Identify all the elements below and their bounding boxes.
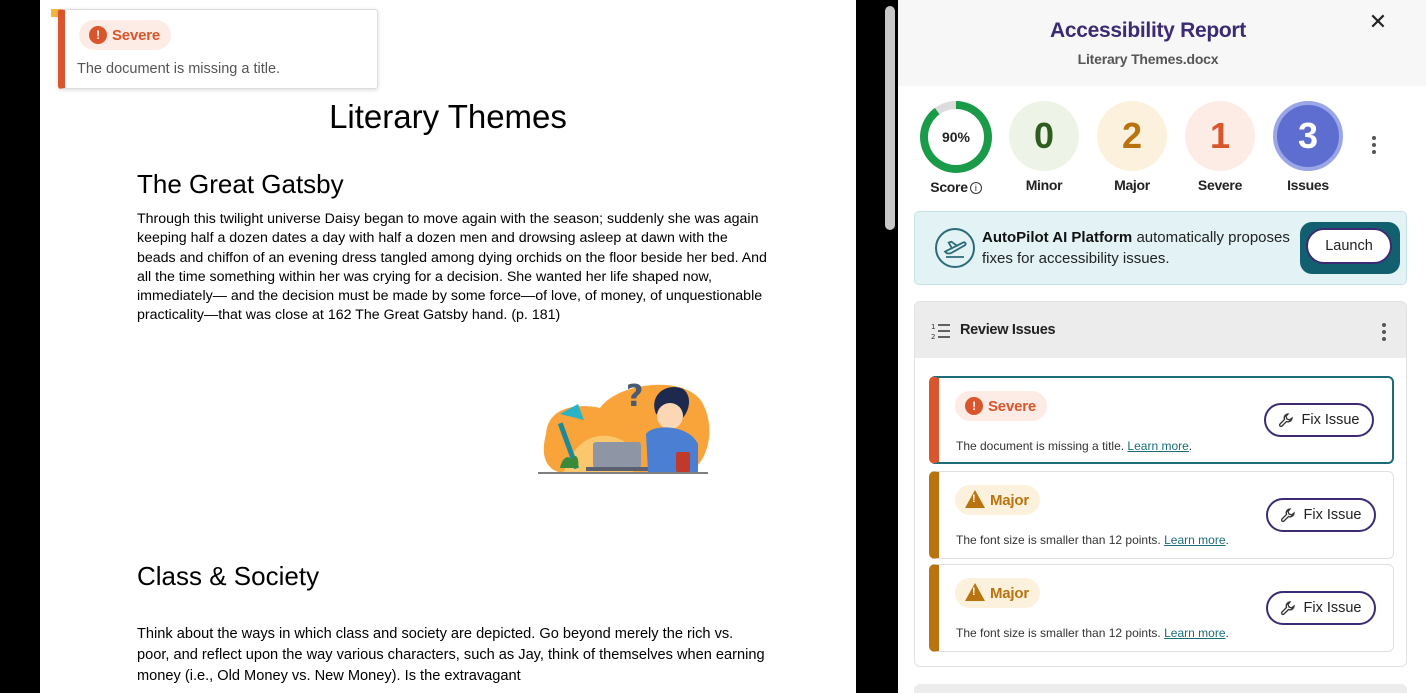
launch-focus-ring: Launch xyxy=(1300,222,1400,274)
section-paragraph: Think about the ways in which class and … xyxy=(137,626,765,684)
document-filename: Literary Themes.docx xyxy=(1077,51,1219,67)
score-label-wrap[interactable]: Score i xyxy=(920,179,992,195)
issues-count: 3 xyxy=(1273,101,1343,171)
severe-stat: 1 Severe xyxy=(1184,101,1256,193)
issue-card-severe[interactable]: ! Severe The document is missing a title… xyxy=(929,376,1394,464)
fix-issue-label: Fix Issue xyxy=(1303,507,1362,523)
issues-stat: 3 Issues xyxy=(1272,101,1344,193)
badge-label: Severe xyxy=(112,26,161,44)
warning-triangle-icon xyxy=(965,583,985,601)
issue-tooltip: ! Severe The document is missing a title… xyxy=(58,9,378,89)
section-heading: Class & Society xyxy=(137,561,320,591)
minor-label: Minor xyxy=(1025,177,1063,193)
issue-description: The font size is smaller than 12 points.… xyxy=(956,626,1229,640)
info-icon[interactable]: i xyxy=(969,182,982,194)
airplane-takeoff-icon xyxy=(935,228,975,268)
fix-issue-label: Fix Issue xyxy=(1303,600,1362,616)
alert-circle-icon: ! xyxy=(965,397,983,415)
alert-circle-icon: ! xyxy=(89,26,107,44)
launch-button[interactable]: Launch xyxy=(1306,228,1392,264)
fix-issue-label: Fix Issue xyxy=(1301,412,1360,428)
fix-issue-button[interactable]: Fix Issue xyxy=(1264,403,1374,437)
section-paragraph: Through this twilight universe Daisy beg… xyxy=(137,211,767,324)
minor-stat: 0 Minor xyxy=(1008,101,1080,193)
review-issues-title: Review Issues xyxy=(960,322,1056,338)
autopilot-brand: AutoPilot AI Platform xyxy=(982,229,1133,246)
severe-label: Severe xyxy=(1197,177,1243,193)
severe-badge: ! Severe xyxy=(79,20,172,50)
document-page[interactable]: ! Severe The document is missing a title… xyxy=(40,0,856,693)
warning-triangle-icon xyxy=(965,490,985,508)
badge-label: Severe xyxy=(988,397,1037,415)
document-title: Literary Themes xyxy=(329,98,567,135)
major-label: Major xyxy=(1114,177,1150,193)
minor-count: 0 xyxy=(1009,101,1079,171)
issue-description-text: The font size is smaller than 12 points. xyxy=(956,533,1161,547)
major-count: 2 xyxy=(1097,101,1167,171)
section-heading: The Great Gatsby xyxy=(137,169,344,199)
panel-header: Accessibility Report Literary Themes.doc… xyxy=(898,0,1426,86)
score-stat: 90% Score i xyxy=(920,101,992,195)
tooltip-message: The document is missing a title. xyxy=(77,61,281,77)
issue-description: The document is missing a title. Learn m… xyxy=(956,439,1193,453)
svg-text:?: ? xyxy=(626,379,643,414)
accessibility-report-panel: Accessibility Report Literary Themes.doc… xyxy=(898,0,1426,693)
learn-more-link[interactable]: Learn more xyxy=(1164,626,1225,640)
next-section-header[interactable] xyxy=(914,684,1407,693)
fix-issue-button[interactable]: Fix Issue xyxy=(1266,498,1376,532)
fix-issue-button[interactable]: Fix Issue xyxy=(1266,591,1376,625)
review-more-icon[interactable] xyxy=(1381,323,1387,344)
close-icon[interactable]: ✕ xyxy=(1366,10,1390,34)
badge-label: Major xyxy=(990,584,1030,602)
severe-count: 1 xyxy=(1185,101,1255,171)
major-badge: Major xyxy=(955,485,1041,515)
autopilot-banner: AutoPilot AI Platform automatically prop… xyxy=(914,211,1407,285)
wrench-icon xyxy=(1279,413,1294,428)
report-title: Accessibility Report xyxy=(1050,19,1246,42)
badge-label: Major xyxy=(990,491,1030,509)
severe-badge: ! Severe xyxy=(955,391,1048,421)
issue-card-major[interactable]: Major The font size is smaller than 12 p… xyxy=(929,471,1394,559)
issue-card-major[interactable]: Major The font size is smaller than 12 p… xyxy=(929,564,1394,652)
document-scrollbar[interactable] xyxy=(885,6,895,230)
svg-text:1: 1 xyxy=(931,323,935,331)
score-ring: 90% xyxy=(920,101,992,173)
score-label: Score xyxy=(930,179,968,195)
stats-more-icon[interactable] xyxy=(1371,136,1377,157)
major-stat: 2 Major xyxy=(1096,101,1168,193)
issue-description: The font size is smaller than 12 points.… xyxy=(956,533,1229,547)
person-at-laptop-illustration: ? xyxy=(538,379,710,474)
numbered-list-icon: 1 2 xyxy=(931,323,950,340)
learn-more-link[interactable]: Learn more xyxy=(1127,439,1188,453)
autopilot-text: AutoPilot AI Platform automatically prop… xyxy=(982,227,1302,269)
learn-more-link[interactable]: Learn more xyxy=(1164,533,1225,547)
wrench-icon xyxy=(1281,601,1296,616)
issue-description-text: The font size is smaller than 12 points. xyxy=(956,626,1161,640)
svg-text:2: 2 xyxy=(931,333,935,340)
major-badge: Major xyxy=(955,578,1041,608)
score-value: 90% xyxy=(928,109,984,165)
issue-description-text: The document is missing a title. xyxy=(956,439,1125,453)
issues-label: Issues xyxy=(1287,177,1329,193)
review-issues-section: 1 2 Review Issues ! Severe The document … xyxy=(914,301,1407,667)
review-issues-header[interactable]: 1 2 Review Issues xyxy=(915,302,1406,358)
wrench-icon xyxy=(1281,508,1296,523)
